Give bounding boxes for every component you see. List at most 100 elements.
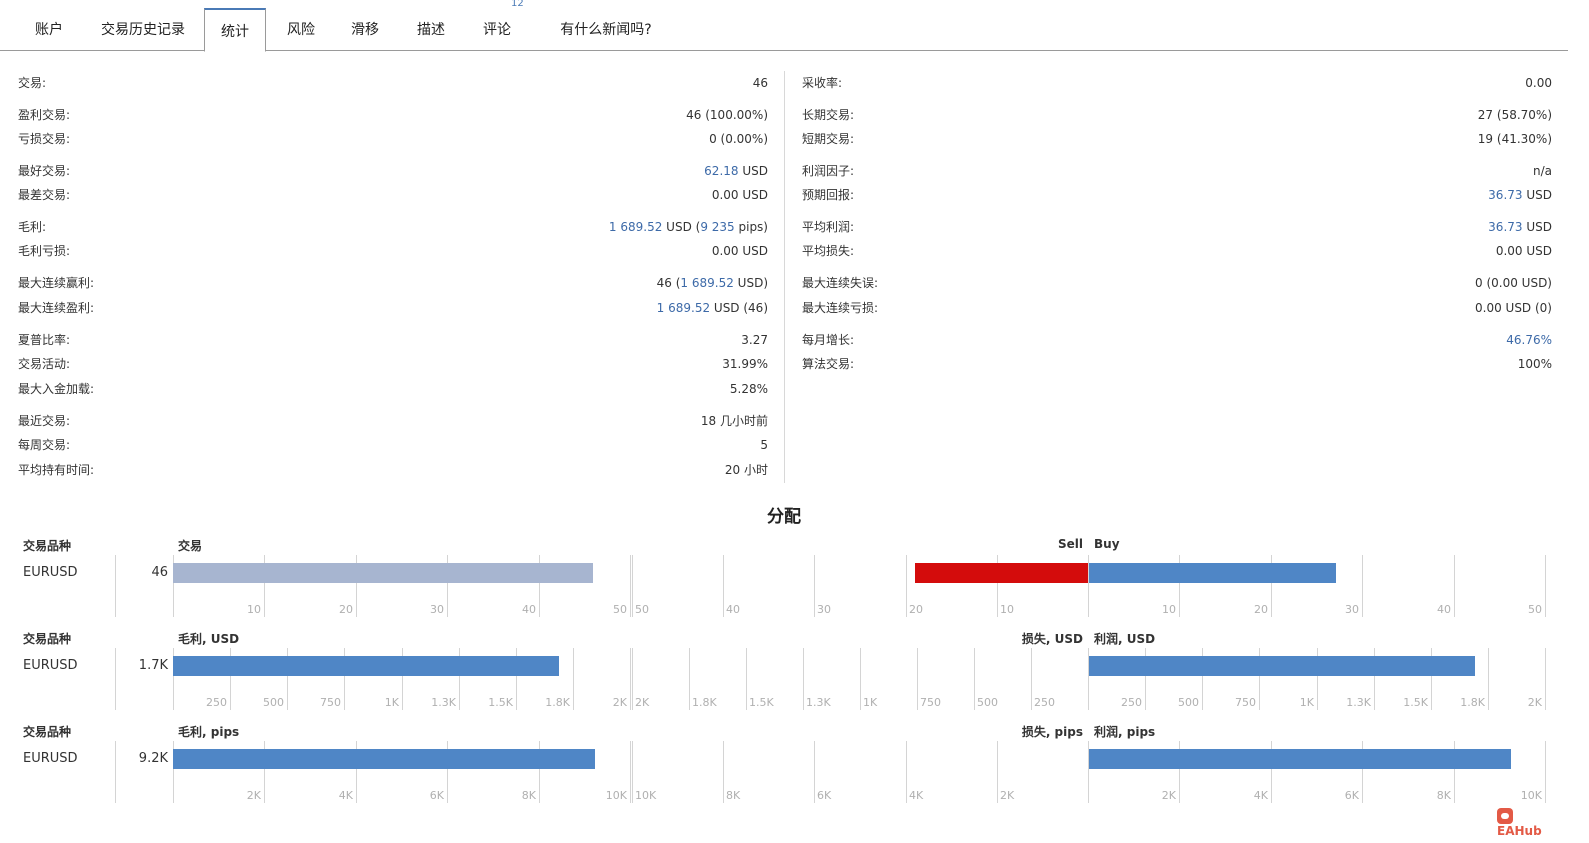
sell-chart-gridline [814,741,815,803]
sell-chart-gridline [689,648,690,710]
stat-value-text: 18 几小时前 [700,414,768,428]
stat-value: 100% [1518,354,1552,374]
sell-chart-tick-label: 50 [635,603,649,616]
stat-value-link: 46.76% [1506,333,1552,347]
stats-column-divider [784,71,785,483]
stat-value: 46 (1 689.52 USD) [657,273,768,293]
stat-label: 最大连续赢利: [18,276,95,290]
stat-value-text: USD [1522,220,1552,234]
buy-chart-header: 利润, USD [1094,632,1156,646]
sell-chart-header: 损失, pips [1021,725,1083,739]
buy-chart-tick-label: 1K [1299,696,1314,709]
stat-value: n/a [1533,161,1552,181]
buy-chart-tick-label: 6K [1344,789,1359,802]
tab-account[interactable]: 账户 [20,8,78,50]
stat-row: 交易: 46 [18,73,768,93]
stat-value: 19 (41.30%) [1478,129,1552,149]
tab-slippage[interactable]: 滑移 [338,8,392,50]
sell-chart-tick-label: 1K [863,696,878,709]
buy-chart-gridline [1545,741,1546,803]
stat-value-link: 1 689.52 [656,301,711,315]
stat-value-text: 3.27 [741,333,768,347]
tab-trade-history[interactable]: 交易历史记录 [88,8,198,50]
stat-value-text: 0.00 USD [711,188,768,202]
buy-chart-tick-label: 1.3K [1346,696,1371,709]
total-value: 9.2K [138,751,168,766]
sell-chart-tick-label: 1.5K [749,696,774,709]
buy-chart-bar [1089,656,1476,676]
buy-chart-tick-label: 750 [1235,696,1256,709]
stat-value: 46 [753,73,768,93]
stat-row: 平均损失: 0.00 USD [802,241,1552,261]
stat-row: 预期回报: 36.73 USD [802,185,1552,205]
left-chart-tick-label: 1.3K [431,696,456,709]
left-chart-bar [173,563,594,583]
stat-value: 5 [760,435,768,455]
sell-chart-tick-label: 10K [635,789,657,802]
stat-label: 短期交易: [802,132,855,146]
stat-value: 0 (0.00 USD) [1475,273,1552,293]
stat-row: 最大入金加载: 5.28% [18,379,768,399]
sell-chart-tick-label: 4K [909,789,924,802]
sell-chart-gridline [746,648,747,710]
stat-value-text: USD (46) [710,301,768,315]
stat-value-text: USD [1522,188,1552,202]
buy-chart-bar [1089,749,1511,769]
left-chart-gridline [630,555,631,617]
stat-label: 夏普比率: [18,333,71,347]
stat-label: 每周交易: [18,438,71,452]
left-chart-header: 毛利, USD [178,632,240,646]
sell-chart-gridline [997,741,998,803]
tab-comments[interactable]: 评论 12 [470,0,524,50]
stat-label: 最大连续盈利: [18,301,95,315]
tab-risk[interactable]: 风险 [274,8,328,50]
stat-value: 36.73 USD [1488,185,1552,205]
left-chart-tick-label: 250 [206,696,227,709]
stat-row: 最大连续盈利: 1 689.52 USD (46) [18,298,768,318]
stat-value-link: 1 689.52 [608,220,663,234]
tab-description[interactable]: 描述 [404,8,458,50]
stat-value-text: 0 (0.00 USD) [1475,276,1552,290]
left-chart-bar [173,656,560,676]
tab-bar: 账户 交易历史记录 统计 风险 滑移 描述 评论 12 有什么新闻吗? [0,0,1568,52]
eahub-watermark: EAHub [1497,808,1557,838]
buy-chart-gridline [1545,648,1546,710]
stat-value: 5.28% [730,379,768,399]
left-chart-tick-label: 1K [384,696,399,709]
left-chart-tick-label: 1.5K [488,696,513,709]
buy-chart-tick-label: 1.5K [1403,696,1428,709]
stat-row: 平均持有时间: 20 小时 [18,460,768,480]
left-chart-tick-label: 750 [320,696,341,709]
tab-statistics[interactable]: 统计 [204,8,266,52]
stat-value-text: pips) [734,220,768,234]
stat-label: 毛利亏损: [18,244,71,258]
stat-value-text: 0 (0.00%) [709,132,768,146]
tab-label: 描述 [417,22,445,38]
stat-label: 预期回报: [802,188,855,202]
sell-chart-gridline [974,648,975,710]
sell-chart-gridline [723,741,724,803]
stat-value-text: 0.00 USD (0) [1475,301,1552,315]
left-chart-header: 交易 [178,539,203,553]
row-separator-line [115,741,116,803]
stat-row: 采收率: 0.00 [802,73,1552,93]
stat-value-text: USD ( [662,220,701,234]
eahub-logo-icon [1497,808,1513,824]
left-chart-gridline [630,648,631,710]
tab-label: 滑移 [351,22,379,38]
sell-chart-tick-label: 500 [977,696,998,709]
stat-row: 最大连续亏损: 0.00 USD (0) [802,298,1552,318]
buy-chart-tick-label: 2K [1161,789,1176,802]
sell-chart-gridline [803,648,804,710]
buy-chart-tick-label: 10 [1162,603,1176,616]
stat-value-text: 5.28% [729,382,768,396]
left-chart-gridline [630,741,631,803]
left-chart-tick-label: 4K [338,789,353,802]
buy-chart-tick-label: 1.8K [1460,696,1485,709]
stat-row: 平均利润: 36.73 USD [802,217,1552,237]
stat-value: 3.27 [741,330,768,350]
buy-chart-bar [1089,563,1336,583]
stat-label: 最差交易: [18,188,71,202]
sell-chart-gridline [917,648,918,710]
tab-whats-new[interactable]: 有什么新闻吗? [548,8,664,50]
